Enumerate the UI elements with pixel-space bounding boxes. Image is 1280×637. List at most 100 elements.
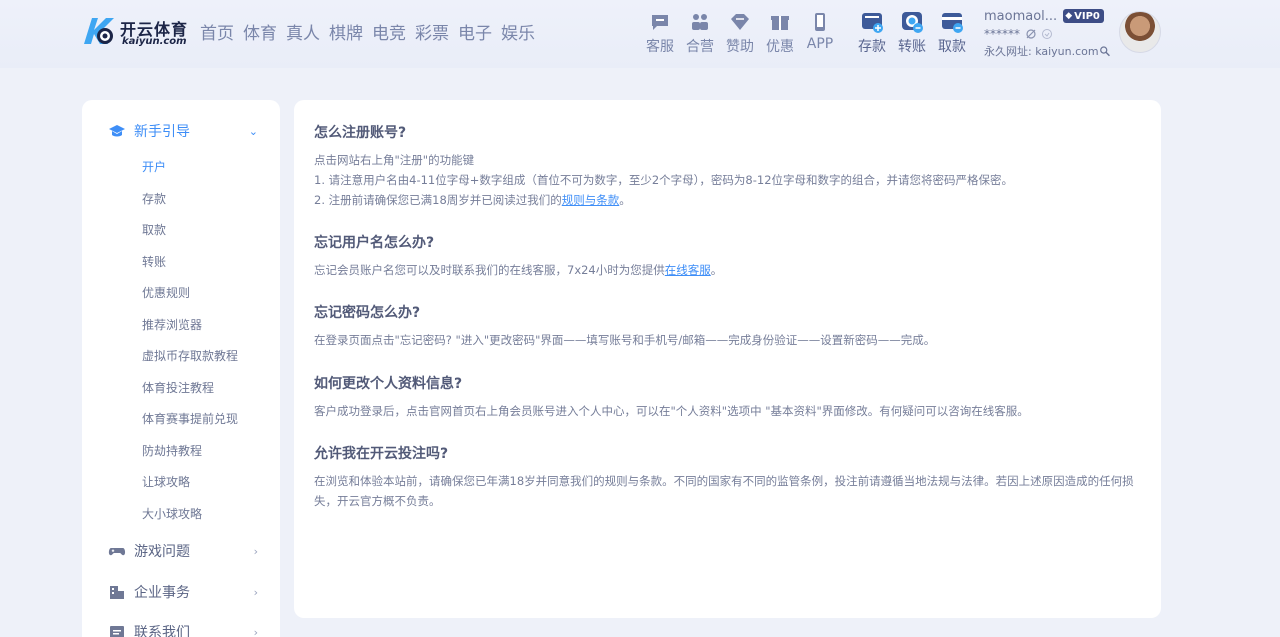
app-button[interactable]: APP — [800, 10, 840, 56]
sidebar-item-over-under[interactable]: 大小球攻略 — [142, 505, 202, 522]
partner-icon — [692, 14, 708, 30]
nav-home[interactable]: 首页 — [200, 19, 234, 44]
service-button[interactable]: 客服 — [640, 10, 680, 56]
nav-esports[interactable]: 电竞 — [372, 19, 406, 44]
withdraw-label: 取款 — [938, 39, 966, 55]
chevron-right-icon: › — [253, 585, 258, 599]
deposit-label: 存款 — [858, 39, 886, 55]
faq-edit-profile: 如何更改个人资料信息? 客户成功登录后，点击官网首页右上角会员账号进入个人中心，… — [314, 373, 1144, 421]
sidebar-item-sports-betting[interactable]: 体育投注教程 — [142, 379, 214, 396]
partner-button[interactable]: 合营 — [680, 10, 720, 56]
top-header: 开云体育 kaiyun.com 首页 体育 真人 棋牌 电竞 彩票 电子 娱乐 … — [0, 0, 1280, 68]
avatar[interactable] — [1119, 11, 1161, 53]
service-label: 客服 — [646, 39, 674, 55]
transfer-label: 转账 — [898, 39, 926, 55]
sidebar-item-promo-rules[interactable]: 优惠规则 — [142, 284, 190, 301]
vip-diamond-icon: ◆ — [1065, 11, 1073, 21]
chevron-down-icon: ⌄ — [248, 124, 258, 138]
sidebar-group-corp[interactable]: 企业事务 › — [108, 582, 258, 602]
faq-question: 允许我在开云投注吗? — [314, 446, 449, 462]
sidebar-item-anti-hijack[interactable]: 防劫持教程 — [142, 442, 202, 459]
graduation-cap-icon — [109, 125, 125, 137]
logo-domain: kaiyun.com — [122, 36, 187, 47]
online-service-link[interactable]: 在线客服 — [665, 263, 711, 277]
nav-sports[interactable]: 体育 — [243, 19, 277, 44]
faq-answer-text: 2. 注册前请确保您已满18周岁并已阅读过我们的 — [314, 193, 562, 207]
sidebar-item-browser[interactable]: 推荐浏览器 — [142, 316, 202, 333]
sidebar-group-contact[interactable]: 联系我们 › — [108, 622, 258, 637]
deposit-button[interactable]: 存款 — [852, 10, 892, 56]
sidebar-item-transfer[interactable]: 转账 — [142, 253, 166, 270]
diamond-icon — [731, 14, 749, 30]
help-sidebar: 新手引导 ⌄ 开户 存款 取款 转账 优惠规则 推荐浏览器 虚拟币存取款教程 体… — [82, 100, 280, 637]
permanent-url: 永久网址: kaiyun.com — [984, 45, 1099, 58]
withdraw-button[interactable]: 取款 — [932, 10, 972, 56]
app-label: APP — [806, 36, 834, 52]
promo-button[interactable]: 优惠 — [760, 10, 800, 56]
kaiyun-logo[interactable]: 开云体育 kaiyun.com — [80, 14, 192, 50]
withdraw-icon — [942, 13, 963, 33]
nav-cards[interactable]: 棋牌 — [329, 19, 363, 44]
contact-card-icon — [110, 626, 124, 637]
sidebar-group-guide[interactable]: 新手引导 ⌄ — [108, 121, 258, 141]
sidebar-item-open-account[interactable]: 开户 — [142, 158, 166, 175]
sidebar-item-withdraw[interactable]: 取款 — [142, 221, 166, 238]
faq-answer-line: 客户成功登录后，点击官网首页右上角会员账号进入个人中心，可以在"个人资料"选项中… — [314, 404, 1029, 418]
transfer-icon — [902, 12, 923, 33]
faq-question: 忘记用户名怎么办? — [314, 235, 435, 251]
faq-panel: 怎么注册账号? 点击网站右上角"注册"的功能键 1. 请注意用户名由4-11位字… — [294, 100, 1161, 618]
sidebar-item-cashout[interactable]: 体育赛事提前兑现 — [142, 410, 238, 427]
fund-bar: 存款 转账 取款 — [852, 10, 972, 56]
sidebar-group-games[interactable]: 游戏问题 › — [108, 541, 258, 561]
username[interactable]: maomaol... — [984, 9, 1057, 24]
transfer-button[interactable]: 转账 — [892, 10, 932, 56]
terms-link[interactable]: 规则与条款 — [562, 193, 620, 207]
faq-answer-text: 。 — [619, 193, 631, 207]
faq-forgot-password: 忘记密码怎么办? 在登录页面点击"忘记密码? "进入"更改密码"界面——填写账号… — [314, 302, 1144, 350]
faq-answer-line: 忘记会员账户名您可以及时联系我们的在线客服，7x24小时为您提供在线客服。 — [314, 260, 1144, 280]
sidebar-item-deposit[interactable]: 存款 — [142, 190, 166, 207]
faq-answer-text: 忘记会员账户名您可以及时联系我们的在线客服，7x24小时为您提供 — [314, 263, 665, 277]
vip-level: VIP0 — [1074, 10, 1100, 22]
partner-label: 合营 — [686, 39, 714, 55]
nav-lottery[interactable]: 彩票 — [415, 19, 449, 44]
logo-icon — [84, 18, 114, 44]
faq-forgot-username: 忘记用户名怎么办? 忘记会员账户名您可以及时联系我们的在线客服，7x24小时为您… — [314, 232, 1144, 280]
main-nav: 首页 体育 真人 棋牌 电竞 彩票 电子 娱乐 — [200, 19, 544, 44]
chevron-right-icon: › — [253, 625, 258, 637]
faq-answer-text: 。 — [710, 263, 723, 277]
promo-label: 优惠 — [766, 39, 794, 55]
gamepad-icon — [108, 548, 126, 556]
sidebar-item-handicap[interactable]: 让球攻略 — [142, 473, 190, 490]
chat-icon — [652, 15, 668, 30]
building-icon — [110, 586, 124, 599]
nav-live[interactable]: 真人 — [286, 19, 320, 44]
sponsor-label: 赞助 — [726, 39, 754, 55]
vip-badge[interactable]: ◆ VIP0 — [1063, 9, 1104, 23]
sidebar-group-corp-title: 企业事务 — [134, 585, 190, 601]
tool-bar: 客服 合营 赞助 优惠 APP — [640, 10, 840, 56]
search-icon[interactable] — [1099, 45, 1110, 57]
deposit-icon — [862, 13, 883, 33]
faq-question: 怎么注册账号? — [314, 125, 407, 141]
sidebar-group-contact-title: 联系我们 — [134, 625, 190, 637]
chevron-right-icon: › — [253, 544, 258, 558]
faq-allowed-betting: 允许我在开云投注吗? 在浏览和体验本站前，请确保您已年满18岁并同意我们的规则与… — [314, 443, 1144, 511]
nav-entertainment[interactable]: 娱乐 — [501, 19, 535, 44]
faq-answer-line: 在浏览和体验本站前，请确保您已年满18岁并同意我们的规则与条款。不同的国家有不同… — [314, 474, 1134, 508]
sidebar-group-games-title: 游戏问题 — [134, 544, 190, 560]
faq-register: 怎么注册账号? 点击网站右上角"注册"的功能键 1. 请注意用户名由4-11位字… — [314, 122, 1144, 210]
refresh-icon[interactable] — [1041, 28, 1053, 40]
faq-question: 忘记密码怎么办? — [314, 305, 421, 321]
faq-question: 如何更改个人资料信息? — [314, 376, 463, 392]
sidebar-group-guide-title: 新手引导 — [134, 124, 190, 140]
nav-slots[interactable]: 电子 — [458, 19, 492, 44]
faq-answer-line: 1. 请注意用户名由4-11位字母+数字组成（首位不可为数字，至少2个字母），密… — [314, 173, 1014, 187]
sidebar-item-crypto[interactable]: 虚拟币存取款教程 — [142, 347, 238, 364]
phone-icon — [815, 13, 825, 31]
faq-answer-line: 在登录页面点击"忘记密码? "进入"更改密码"界面——填写账号和手机号/邮箱——… — [314, 333, 936, 347]
sponsor-button[interactable]: 赞助 — [720, 10, 760, 56]
faq-answer-line: 点击网站右上角"注册"的功能键 — [314, 153, 475, 167]
eye-off-icon[interactable] — [1025, 28, 1037, 40]
balance-hidden: ****** — [984, 27, 1020, 41]
